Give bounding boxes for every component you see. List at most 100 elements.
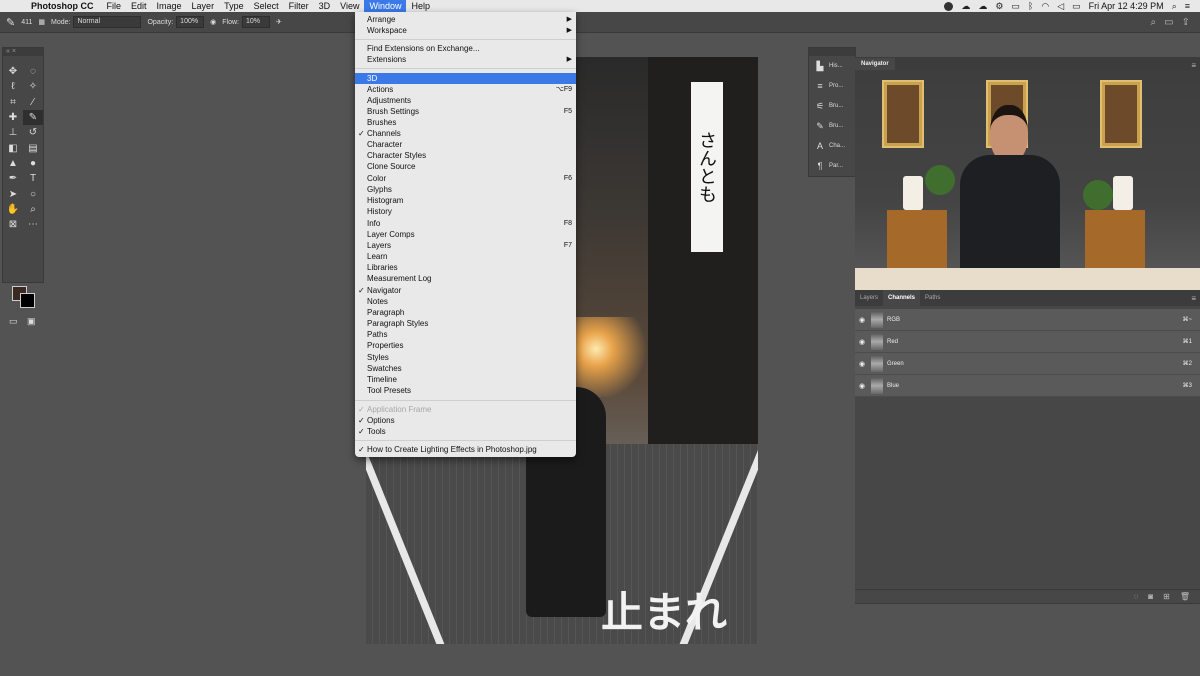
menu-item-tools[interactable]: ✓ Tools [355,426,576,437]
bluetooth-icon[interactable]: ᛒ [1028,1,1033,11]
pen-tool-icon[interactable]: ✒ [3,171,23,186]
brush-preset-picker[interactable]: 411 [21,19,32,26]
wifi-icon[interactable]: ◠ [1041,1,1049,12]
frame-tool-icon[interactable]: ⊠ [3,217,23,232]
menu-item-character[interactable]: Character [355,139,576,150]
brush-tool-icon[interactable]: ✎ [6,16,15,29]
menu-item-properties[interactable]: Properties [355,340,576,351]
channel-row-red[interactable]: ◉ Red ⌘1 [855,331,1200,353]
menu-item-layers[interactable]: Layers F7 [355,240,576,251]
menu-item-clone-source[interactable]: Clone Source [355,161,576,172]
panel-menu-icon[interactable]: ≡ [1191,61,1200,70]
menu-edit[interactable]: Edit [126,0,152,12]
save-selection-icon[interactable]: ◙ [1148,592,1153,601]
navigator-preview[interactable] [855,70,1200,290]
volume-icon[interactable]: ◁ [1057,1,1064,12]
menu-item-notes[interactable]: Notes [355,296,576,307]
menu-app-name[interactable]: Photoshop CC [26,0,102,12]
menu-item-brushes[interactable]: Brushes [355,117,576,128]
menu-item-paragraph-styles[interactable]: Paragraph Styles [355,318,576,329]
menu-item-brush-settings[interactable]: Brush Settings F5 [355,106,576,117]
visibility-eye-icon[interactable]: ◉ [855,338,869,346]
pressure-opacity-icon[interactable]: ◉ [210,18,216,26]
panel-button-paragraph[interactable]: ¶ Par... [809,156,855,176]
search-icon[interactable]: ⌕ [1172,1,1177,12]
panel-strip-header[interactable] [809,48,855,56]
toolbox-header[interactable]: « × [3,48,43,56]
menu-item-channels[interactable]: ✓ Channels [355,128,576,139]
panel-menu-icon[interactable]: ≡ [1191,294,1200,303]
menu-item-libraries[interactable]: Libraries [355,262,576,273]
channel-row-rgb[interactable]: ◉ RGB ⌘~ [855,309,1200,331]
path-selection-tool-icon[interactable]: ➤ [3,186,23,201]
tab-paths[interactable]: Paths [920,290,945,306]
menu-item-actions[interactable]: Actions ⌥F9 [355,84,576,95]
panel-button-brushes[interactable]: ✎ Bru... [809,116,855,136]
history-brush-tool-icon[interactable]: ↺ [23,125,43,140]
clock[interactable]: Fri Apr 12 4:29 PM [1089,1,1164,11]
menu-item-color[interactable]: Color F6 [355,173,576,184]
delete-channel-icon[interactable]: 🗑 [1180,592,1190,601]
blur-tool-icon[interactable]: ▲ [3,156,23,171]
share-icon[interactable]: ⇪ [1182,17,1190,28]
menu-item-options[interactable]: ✓ Options [355,415,576,426]
tab-channels[interactable]: Channels [883,290,921,306]
airbrush-icon[interactable]: ✈ [276,18,282,26]
mode-select[interactable]: Normal [73,16,142,28]
menu-item-extensions[interactable]: Extensions ▶ [355,54,576,65]
new-channel-icon[interactable]: ⊞ [1163,592,1170,601]
menu-item-adjustments[interactable]: Adjustments [355,95,576,106]
brush-panel-toggle-icon[interactable]: ▦ [38,18,45,26]
tab-layers[interactable]: Layers [855,290,883,306]
menu-item-paths[interactable]: Paths [355,329,576,340]
panel-button-histogram[interactable]: ▙ His... [809,56,855,76]
tab-navigator[interactable]: Navigator [855,58,895,70]
status-app-icon[interactable] [944,1,954,11]
creative-cloud-icon[interactable]: ☁ [961,1,970,12]
brush-tool-icon[interactable]: ✎ [23,109,43,126]
hand-tool-icon[interactable]: ✋ [3,202,23,217]
eyedropper-tool-icon[interactable]: ⁄ [23,95,43,110]
menu-type[interactable]: Type [219,0,249,12]
ellipse-tool-icon[interactable]: ○ [23,186,43,201]
menu-item-workspace[interactable]: Workspace ▶ [355,25,576,36]
flow-input[interactable]: 10% [242,16,271,28]
visibility-eye-icon[interactable]: ◉ [855,316,869,324]
dodge-tool-icon[interactable]: ● [23,156,43,171]
channel-row-blue[interactable]: ◉ Blue ⌘3 [855,375,1200,397]
healing-brush-tool-icon[interactable]: ✚ [3,110,23,125]
clone-stamp-tool-icon[interactable]: ⊥ [3,125,23,140]
menu-item-open-document[interactable]: ✓ How to Create Lighting Effects in Photo… [355,444,576,455]
panel-button-properties[interactable]: ≡ Pro... [809,76,855,96]
quick-mask-icon[interactable]: ▭ [9,316,18,327]
magic-wand-tool-icon[interactable]: ✧ [23,79,43,94]
menu-select[interactable]: Select [249,0,284,12]
airplay-icon[interactable]: ▭ [1011,1,1020,12]
menu-item-tool-presets[interactable]: Tool Presets [355,385,576,396]
menu-item-arrange[interactable]: Arrange ▶ [355,14,576,25]
background-color-swatch[interactable] [20,293,35,308]
menu-item-info[interactable]: Info F8 [355,218,576,229]
menu-view[interactable]: View [335,0,364,12]
cloud-icon[interactable]: ☁ [978,1,987,12]
settings-icon[interactable]: ⚙ [995,1,1003,12]
visibility-eye-icon[interactable]: ◉ [855,360,869,368]
menu-item-histogram[interactable]: Histogram [355,195,576,206]
more-tools-icon[interactable]: ⋯ [23,217,43,232]
menu-item-measurement-log[interactable]: Measurement Log [355,273,576,284]
search-icon[interactable]: ⌕ [1151,17,1157,28]
eraser-tool-icon[interactable]: ◧ [3,140,23,155]
panel-button-character[interactable]: A Cha... [809,136,855,156]
menu-3d[interactable]: 3D [314,0,336,12]
type-tool-icon[interactable]: T [23,171,43,186]
menu-item-navigator[interactable]: ✓ Navigator [355,285,576,296]
menu-item-styles[interactable]: Styles [355,352,576,363]
menu-filter[interactable]: Filter [284,0,314,12]
channel-row-green[interactable]: ◉ Green ⌘2 [855,353,1200,375]
menu-item-layer-comps[interactable]: Layer Comps [355,229,576,240]
menu-layer[interactable]: Layer [187,0,220,12]
crop-tool-icon[interactable]: ⌗ [3,95,23,110]
menu-image[interactable]: Image [152,0,187,12]
menu-file[interactable]: File [102,0,127,12]
menu-item-learn[interactable]: Learn [355,251,576,262]
